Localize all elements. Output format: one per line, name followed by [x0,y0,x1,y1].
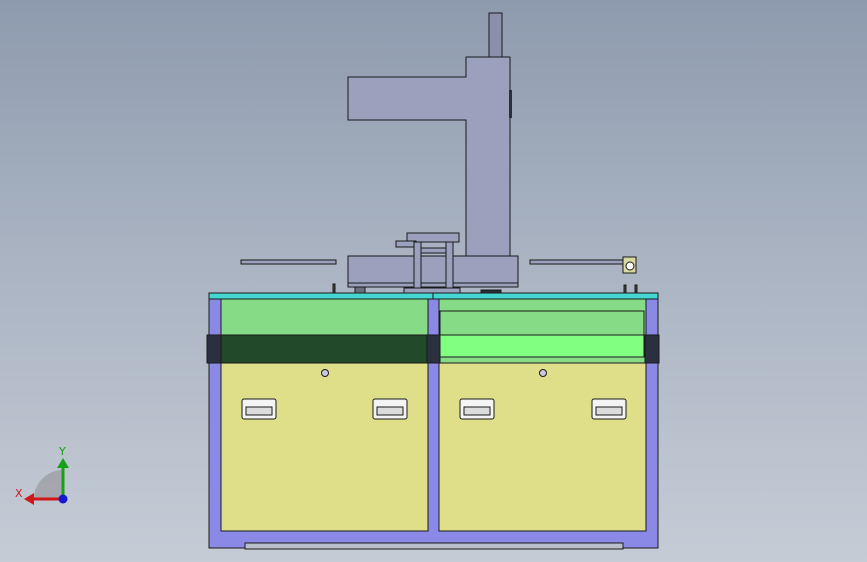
spindle-rod [488,12,503,60]
fixture-left-post [413,241,422,291]
left-door-panel [220,362,429,532]
left-tray-dark [220,334,429,364]
fixture-top-lip [395,240,417,248]
fixture-right-post [445,241,454,291]
x-axis-arrow [24,493,34,505]
left-rail [240,259,337,265]
handle[interactable] [241,398,277,420]
vertical-column [347,56,511,258]
band-middle [426,334,441,364]
left-tray-light [220,298,429,336]
lock-dot [539,369,547,377]
machine-head [347,12,519,288]
handle[interactable] [372,398,408,420]
column-side-strip [509,90,512,118]
base-cutout [244,542,624,550]
band-left [206,334,222,364]
band-right [644,334,660,364]
right-door-panel [438,362,647,532]
right-rail [529,259,626,265]
triad-plane [34,470,63,499]
handle[interactable] [591,398,627,420]
rail-end-knob [625,261,635,271]
y-axis-label: Y [58,445,66,458]
cad-viewport[interactable]: Y X [0,0,867,562]
fixture-cross-bar [420,247,447,254]
cabinet [206,292,660,550]
right-tray-green [439,334,645,358]
right-tray-inner [439,310,645,336]
z-axis-dot [58,494,68,504]
column-base-block [347,255,519,288]
x-axis-label: X [15,487,23,500]
y-axis-arrow [57,458,69,468]
lock-dot [321,369,329,377]
axis-triad: Y X [15,445,69,505]
handle[interactable] [459,398,495,420]
